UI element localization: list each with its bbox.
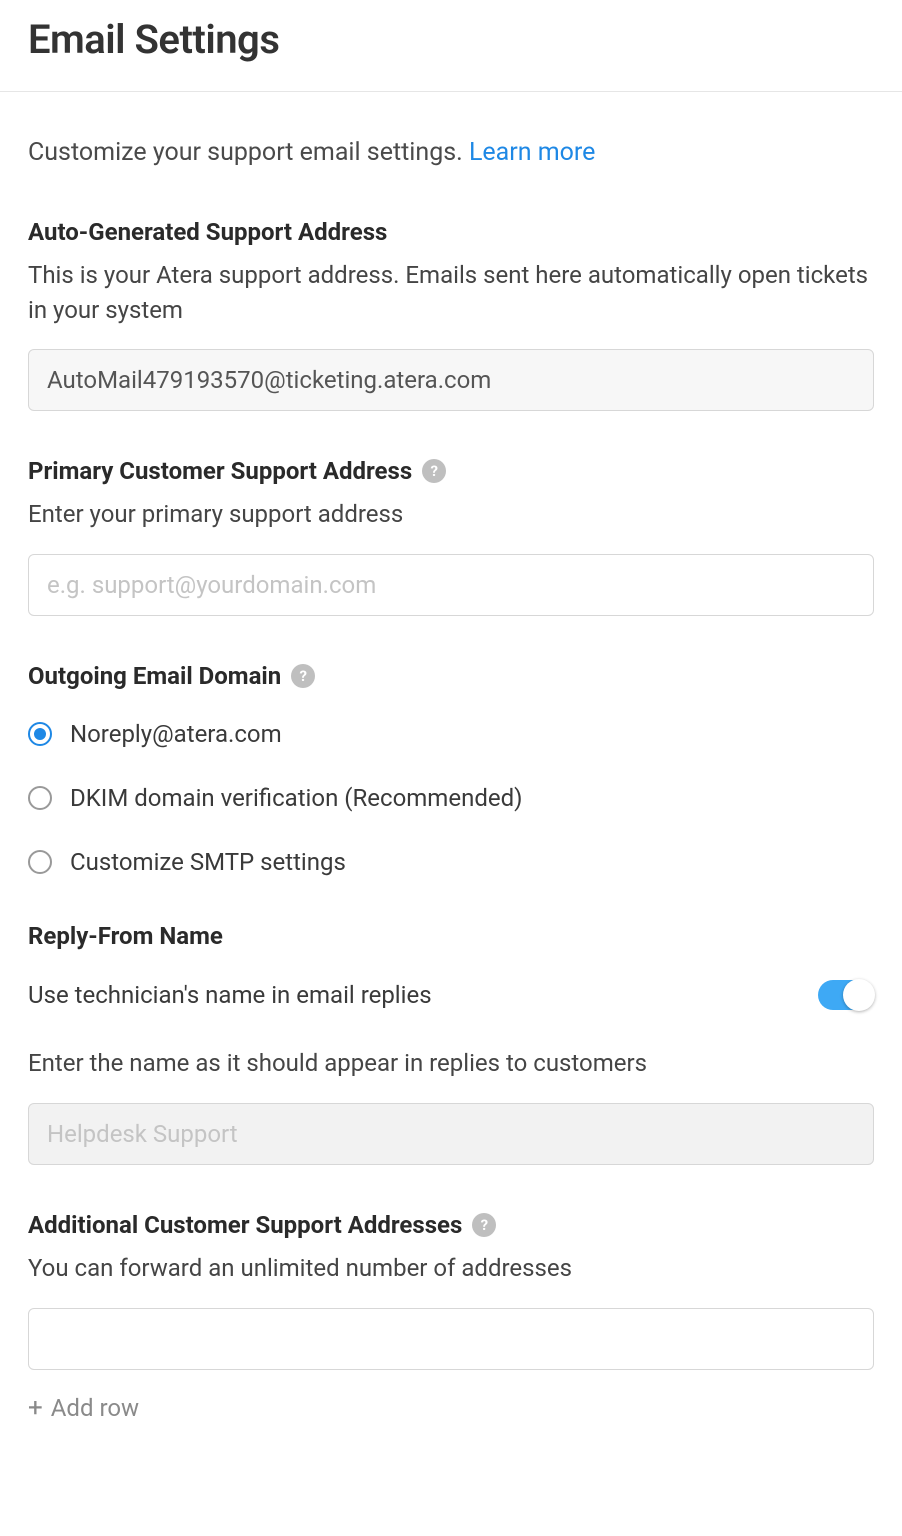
radio-smtp[interactable]: Customize SMTP settings — [28, 848, 874, 876]
radio-label: Customize SMTP settings — [70, 848, 346, 876]
radio-label: Noreply@atera.com — [70, 720, 282, 748]
reply-from-toggle-label: Use technician's name in email replies — [28, 981, 432, 1009]
page-title: Email Settings — [28, 16, 874, 63]
toggle-knob-icon — [843, 979, 875, 1011]
technician-name-toggle[interactable] — [818, 980, 874, 1010]
radio-button-icon — [28, 722, 52, 746]
add-row-label: Add row — [51, 1394, 139, 1422]
intro-text: Customize your support email settings. L… — [28, 136, 874, 170]
help-icon[interactable]: ? — [472, 1213, 496, 1237]
primary-support-input[interactable] — [28, 554, 874, 616]
additional-address-input[interactable] — [28, 1308, 874, 1370]
help-icon[interactable]: ? — [422, 459, 446, 483]
reply-from-title: Reply-From Name — [28, 922, 874, 950]
add-row-button[interactable]: + Add row — [28, 1394, 874, 1422]
outgoing-domain-title: Outgoing Email Domain — [28, 662, 281, 690]
reply-from-desc: Enter the name as it should appear in re… — [28, 1046, 874, 1081]
plus-icon: + — [28, 1395, 43, 1421]
additional-addresses-title: Additional Customer Support Addresses — [28, 1211, 462, 1239]
help-icon[interactable]: ? — [291, 664, 315, 688]
radio-noreply[interactable]: Noreply@atera.com — [28, 720, 874, 748]
radio-button-icon — [28, 786, 52, 810]
auto-generated-desc: This is your Atera support address. Emai… — [28, 258, 874, 328]
auto-generated-title: Auto-Generated Support Address — [28, 218, 874, 246]
radio-dkim[interactable]: DKIM domain verification (Recommended) — [28, 784, 874, 812]
radio-button-icon — [28, 850, 52, 874]
intro-copy: Customize your support email settings. — [28, 138, 469, 167]
radio-label: DKIM domain verification (Recommended) — [70, 784, 522, 812]
primary-support-title: Primary Customer Support Address — [28, 457, 412, 485]
additional-addresses-desc: You can forward an unlimited number of a… — [28, 1251, 874, 1286]
learn-more-link[interactable]: Learn more — [469, 138, 595, 167]
reply-from-name-input — [28, 1103, 874, 1165]
primary-support-desc: Enter your primary support address — [28, 497, 874, 532]
auto-generated-address-input[interactable] — [28, 349, 874, 411]
